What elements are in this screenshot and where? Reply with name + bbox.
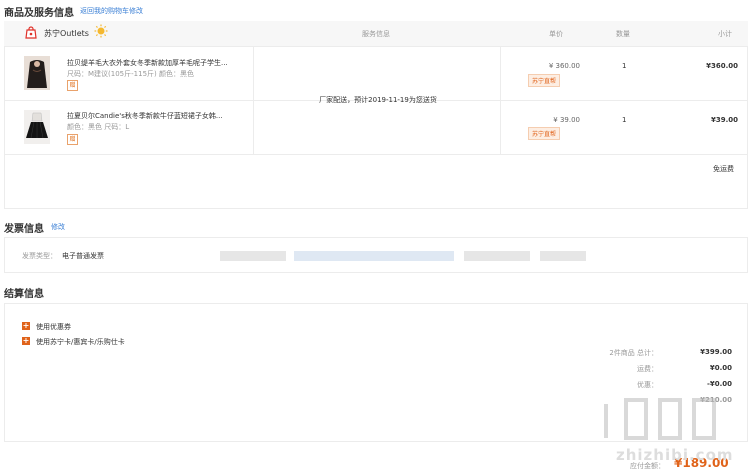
product-1-badge: 苏宁直帮 <box>528 74 561 87</box>
expand-card-icon[interactable]: + <box>22 337 30 345</box>
product-2-name[interactable]: 拉夏贝尔Candie's秋冬季新款牛仔蓝短裙子女韩... <box>67 111 223 121</box>
invoice-section-title: 发票信息 <box>4 224 44 235</box>
product-2-badge: 苏宁直帮 <box>528 127 561 140</box>
watermark-graphic <box>604 398 716 440</box>
column-quantity: 数量 <box>616 30 630 38</box>
product-2-image[interactable] <box>24 110 50 144</box>
summary-total-label: 2件商品 总计： <box>609 349 658 357</box>
product-2-price: ¥ 39.00 <box>553 116 580 124</box>
gift-icon: 赠 <box>67 80 78 91</box>
product-1-qty: 1 <box>622 62 627 70</box>
settlement-section-title: 结算信息 <box>4 289 44 300</box>
product-1-subtotal: ¥360.00 <box>706 62 738 70</box>
store-bag-icon <box>25 26 37 39</box>
invoice-edit-link[interactable]: 修改 <box>51 222 65 232</box>
column-subtotal: 小计 <box>718 30 732 38</box>
back-to-cart-link[interactable]: 返回我的购物车修改 <box>80 6 143 16</box>
goods-section-title: 商品及服务信息 <box>4 8 74 19</box>
table-row: 拉贝缇羊毛大衣外套女冬季新款加厚羊毛呢子学生... 尺码：M建议(105斤-11… <box>4 47 748 101</box>
expand-coupon-icon[interactable]: + <box>22 322 30 330</box>
summary-shipping-value: ¥0.00 <box>709 364 732 372</box>
product-1-name[interactable]: 拉贝缇羊毛大衣外套女冬季新款加厚羊毛呢子学生... <box>67 58 228 68</box>
gift-icon: 赠 <box>67 134 78 145</box>
watermark-url: zhizhibi.com <box>616 446 734 464</box>
shipping-free-label: 免运费 <box>713 165 734 173</box>
product-1-price: ¥ 360.00 <box>548 62 580 70</box>
product-2-qty: 1 <box>622 116 627 124</box>
product-2-attrs: 颜色：黑色 尺码：L <box>67 123 130 131</box>
invoice-type-value: 电子普通发票 <box>62 252 104 260</box>
use-coupon-option[interactable]: 使用优惠券 <box>36 322 71 332</box>
product-1-image[interactable] <box>24 56 50 90</box>
use-card-option[interactable]: 使用苏宁卡/惠宾卡/乐购仕卡 <box>36 337 125 347</box>
column-unit-price: 单价 <box>549 30 563 38</box>
invoice-type-label: 发票类型： <box>22 252 57 260</box>
column-service: 服务信息 <box>362 30 390 38</box>
table-row: 拉夏贝尔Candie's秋冬季新款牛仔蓝短裙子女韩... 颜色：黑色 尺码：L … <box>4 101 748 155</box>
summary-total-value: ¥399.00 <box>700 348 732 356</box>
redacted-info <box>220 251 286 261</box>
product-1-attrs: 尺码：M建议(105斤-115斤) 颜色：黑色 <box>67 70 194 78</box>
summary-shipping-label: 运费： <box>637 365 658 373</box>
goods-table-header: 苏宁Outlets 服务信息 单价 数量 小计 <box>4 21 748 47</box>
redacted-info <box>464 251 530 261</box>
summary-discount-label: 优惠： <box>637 381 658 389</box>
store-name[interactable]: 苏宁Outlets <box>44 28 89 39</box>
delivery-note: 厂家配送，预计2019-11-19为您送货 <box>319 96 437 104</box>
redacted-info <box>294 251 454 261</box>
product-2-subtotal: ¥39.00 <box>710 116 738 124</box>
redacted-info <box>540 251 586 261</box>
sun-badge-icon <box>94 24 108 38</box>
watermark-logo <box>598 396 738 446</box>
summary-discount-value: -¥0.00 <box>706 380 732 388</box>
